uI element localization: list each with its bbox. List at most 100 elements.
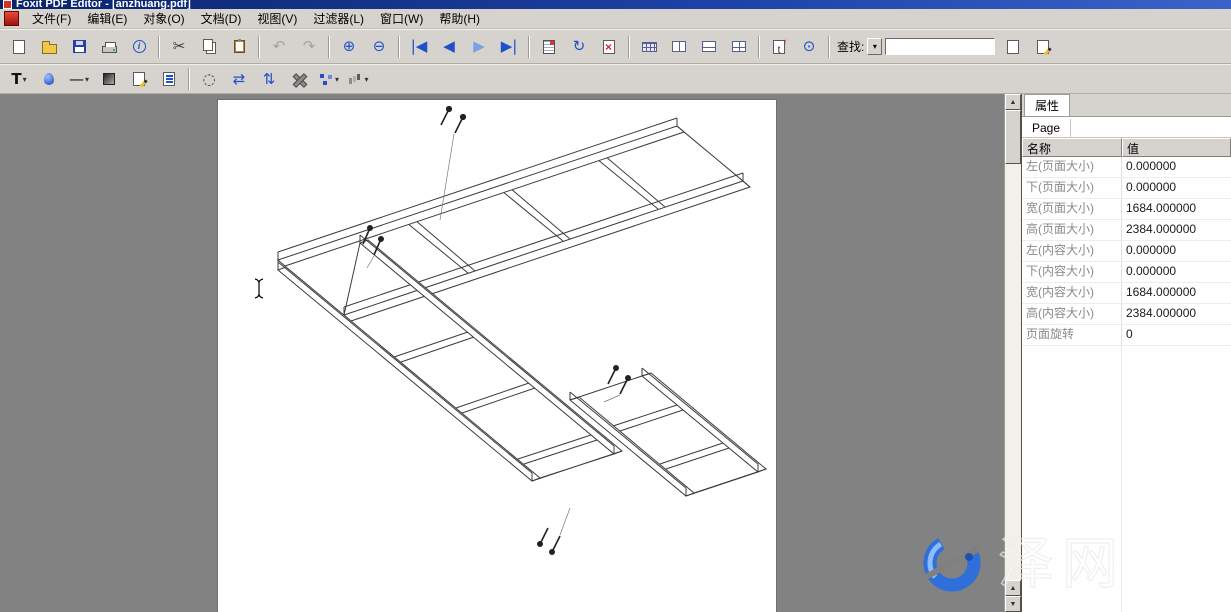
copy-button[interactable]	[195, 34, 223, 60]
property-row[interactable]: 宽(页面大小)1684.000000	[1022, 199, 1231, 220]
document-info-button[interactable]	[125, 34, 153, 60]
split-quad-button[interactable]	[725, 34, 753, 60]
property-row[interactable]: 左(内容大小)0.000000	[1022, 241, 1231, 262]
property-row[interactable]: 下(页面大小)0.000000	[1022, 178, 1231, 199]
paint-style-button[interactable]: ▾	[345, 66, 373, 92]
hammer-wrench-icon	[292, 72, 307, 87]
scroll-down-button[interactable]: ▼	[1005, 596, 1021, 612]
ladder-arm-top-edges	[278, 118, 750, 315]
menu-item-document[interactable]: 文档(D)	[193, 10, 250, 28]
first-page-button[interactable]: |◀	[405, 34, 433, 60]
find-group: 查找:▾	[837, 38, 995, 55]
property-row[interactable]: 左(页面大小)0.000000	[1022, 157, 1231, 178]
rotate-page-button[interactable]: ↻	[565, 34, 593, 60]
menu-item-view[interactable]: 视图(V)	[249, 10, 305, 28]
vertical-scrollbar[interactable]: ▲ ▲ ▼	[1004, 94, 1021, 612]
undo-button[interactable]: ↶	[265, 34, 293, 60]
text-tool-button[interactable]: T▾	[5, 66, 33, 92]
arrange-pages-vertical-button[interactable]: ⇅	[255, 66, 283, 92]
split-vertical-button[interactable]	[665, 34, 693, 60]
scroll-up-bottom-button[interactable]: ▲	[1005, 580, 1021, 596]
next-page-icon: ▶	[473, 39, 485, 54]
property-value: 0.000000	[1122, 178, 1231, 198]
line-tool-button[interactable]: —▾	[65, 66, 93, 92]
open-button[interactable]	[35, 34, 63, 60]
scrollbar-track[interactable]	[1005, 110, 1021, 580]
color-picker-button[interactable]	[35, 66, 63, 92]
paste-button[interactable]	[225, 34, 253, 60]
property-value: 0.000000	[1122, 262, 1231, 282]
toolbar-separator	[758, 36, 760, 58]
swatch-icon	[103, 73, 115, 85]
find-label: 查找:	[837, 38, 864, 55]
document-edit-icon	[1037, 40, 1049, 54]
print-button[interactable]	[95, 34, 123, 60]
menu-item-filter[interactable]: 过滤器(L)	[305, 10, 372, 28]
last-page-button[interactable]: ▶|	[495, 34, 523, 60]
text-cursor	[255, 279, 263, 298]
target-icon: ⊙	[803, 39, 816, 54]
arrange-pages-button[interactable]: ⇄	[225, 66, 253, 92]
scroll-up-button[interactable]: ▲	[1005, 94, 1021, 110]
swap-pages-vertical-icon: ⇅	[263, 72, 276, 87]
find-input[interactable]	[885, 38, 995, 55]
column-header-value[interactable]: 值	[1122, 138, 1231, 157]
property-name: 高(页面大小)	[1022, 220, 1122, 240]
property-name: 页面旋转	[1022, 325, 1122, 345]
edit-object-button[interactable]	[125, 66, 153, 92]
scrollbar-thumb[interactable]	[1005, 110, 1021, 164]
delete-page-button[interactable]	[595, 34, 623, 60]
info-icon	[133, 40, 146, 53]
properties-panel-header: 属性	[1022, 94, 1231, 117]
doc-edit-button[interactable]	[1029, 34, 1057, 60]
split-quad-icon	[732, 41, 746, 52]
nodes-button[interactable]: ▾	[315, 66, 343, 92]
swap-pages-icon: ⇄	[233, 72, 246, 87]
paste-icon	[234, 40, 245, 53]
toolbar-separator	[158, 36, 160, 58]
properties-table-header: 名称 值	[1022, 138, 1231, 157]
new-document-button[interactable]	[5, 34, 33, 60]
text-insert-button[interactable]	[765, 34, 793, 60]
property-row[interactable]: 下(内容大小)0.000000	[1022, 262, 1231, 283]
keyboard-button[interactable]	[635, 34, 663, 60]
property-row[interactable]: 高(页面大小)2384.000000	[1022, 220, 1231, 241]
property-row[interactable]: 宽(内容大小)1684.000000	[1022, 283, 1231, 304]
cut-button[interactable]: ✂	[165, 34, 193, 60]
form-page-icon	[163, 72, 175, 86]
zoom-in-button[interactable]: ⊕	[335, 34, 363, 60]
document-icon	[1007, 40, 1019, 54]
save-button[interactable]	[65, 34, 93, 60]
pdf-page[interactable]	[217, 99, 777, 612]
next-page-button[interactable]: ▶	[465, 34, 493, 60]
find-dropdown-button[interactable]: ▾	[867, 38, 882, 55]
zoom-out-button[interactable]: ⊖	[365, 34, 393, 60]
doc-view-button[interactable]	[999, 34, 1027, 60]
tools-button[interactable]	[285, 66, 313, 92]
properties-tab[interactable]: 属性	[1024, 94, 1070, 116]
document-window-icon[interactable]	[4, 11, 19, 26]
nodes-icon	[319, 73, 334, 86]
menubar-items: 文件(F)编辑(E)对象(O)文档(D)视图(V)过滤器(L)窗口(W)帮助(H…	[24, 10, 488, 28]
menubar: 文件(F)编辑(E)对象(O)文档(D)视图(V)过滤器(L)窗口(W)帮助(H…	[0, 9, 1231, 29]
column-header-name[interactable]: 名称	[1022, 138, 1122, 157]
property-row[interactable]: 高(内容大小)2384.000000	[1022, 304, 1231, 325]
page-layout-button[interactable]	[535, 34, 563, 60]
redo-button[interactable]: ↷	[295, 34, 323, 60]
previous-page-button[interactable]: ◀	[435, 34, 463, 60]
link-target-button[interactable]: ⊙	[795, 34, 823, 60]
tab-page[interactable]: Page	[1026, 119, 1071, 137]
canvas-area[interactable]	[0, 94, 1004, 612]
split-horizontal-button[interactable]	[695, 34, 723, 60]
menu-item-help[interactable]: 帮助(H)	[431, 10, 488, 28]
select-object-button[interactable]: ◌	[195, 66, 223, 92]
first-page-icon: |◀	[411, 39, 428, 54]
menu-item-window[interactable]: 窗口(W)	[372, 10, 431, 28]
fill-style-button[interactable]	[95, 66, 123, 92]
property-row[interactable]: 页面旋转0	[1022, 325, 1231, 346]
menu-item-edit[interactable]: 编辑(E)	[79, 10, 135, 28]
edit-form-button[interactable]	[155, 66, 183, 92]
split-horizontal-icon	[702, 41, 716, 52]
menu-item-object[interactable]: 对象(O)	[135, 10, 192, 28]
menu-item-file[interactable]: 文件(F)	[24, 10, 79, 28]
